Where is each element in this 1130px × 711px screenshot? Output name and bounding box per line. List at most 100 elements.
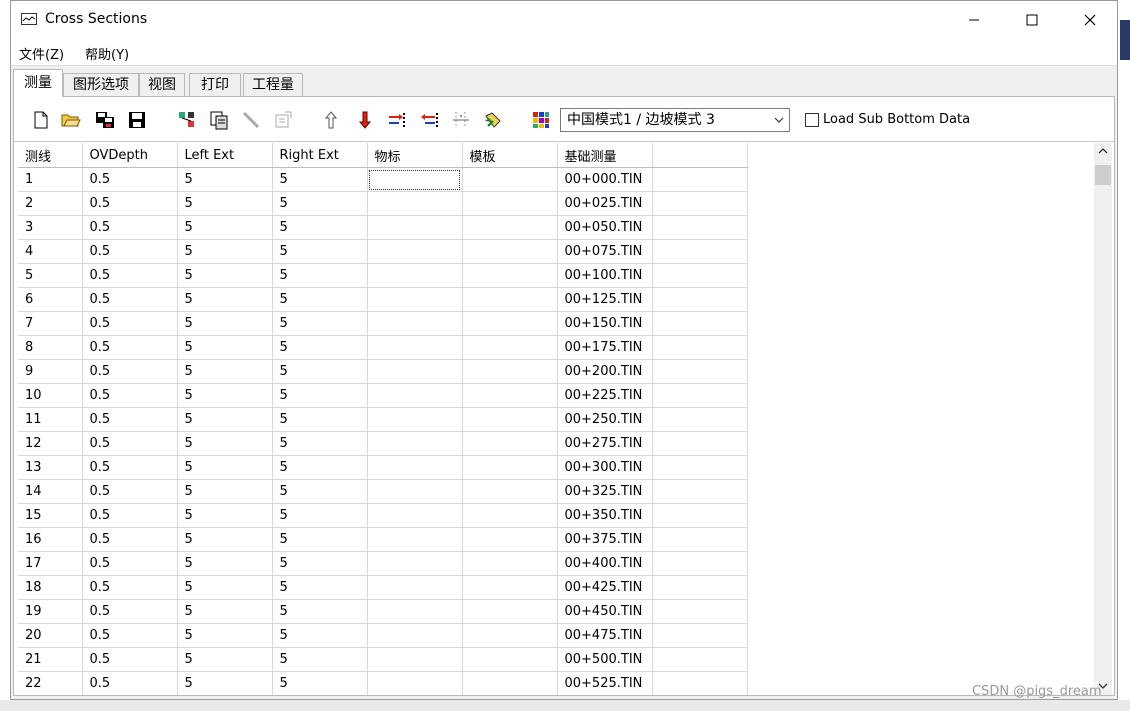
minimize-button[interactable] bbox=[945, 1, 1003, 39]
row-header-cell[interactable]: 17 bbox=[18, 551, 83, 576]
table-row[interactable]: 20 0.5 5 5 00+475.TIN bbox=[18, 623, 748, 648]
align-button[interactable] bbox=[450, 109, 472, 131]
table-cell[interactable] bbox=[652, 263, 748, 288]
table-cell[interactable] bbox=[652, 191, 748, 216]
table-cell[interactable]: 0.5 bbox=[82, 575, 178, 600]
close-button[interactable] bbox=[1061, 1, 1119, 39]
table-cell[interactable] bbox=[367, 335, 463, 360]
table-cell[interactable] bbox=[367, 551, 463, 576]
column-header-target[interactable]: 物标 bbox=[367, 143, 463, 168]
table-cell[interactable]: 0.5 bbox=[82, 239, 178, 264]
table-cell[interactable]: 5 bbox=[177, 287, 273, 312]
row-header-cell[interactable]: 13 bbox=[18, 455, 83, 480]
table-cell[interactable]: 5 bbox=[272, 311, 368, 336]
row-header-cell[interactable]: 20 bbox=[18, 623, 83, 648]
table-cell[interactable] bbox=[462, 527, 558, 552]
move-up-button[interactable] bbox=[320, 109, 342, 131]
table-cell[interactable]: 5 bbox=[177, 551, 273, 576]
table-cell[interactable]: 5 bbox=[272, 575, 368, 600]
table-cell[interactable] bbox=[462, 479, 558, 504]
insert-left-button[interactable] bbox=[418, 109, 440, 131]
table-cell[interactable] bbox=[367, 575, 463, 600]
table-cell[interactable] bbox=[652, 167, 748, 192]
table-cell[interactable]: 0.5 bbox=[82, 311, 178, 336]
table-cell[interactable]: 5 bbox=[272, 479, 368, 504]
table-row[interactable]: 18 0.5 5 5 00+425.TIN bbox=[18, 575, 748, 600]
table-cell[interactable] bbox=[367, 239, 463, 264]
table-cell[interactable] bbox=[652, 479, 748, 504]
load-sub-bottom-label[interactable]: Load Sub Bottom Data bbox=[823, 112, 970, 127]
table-cell[interactable]: 5 bbox=[272, 407, 368, 432]
table-cell[interactable] bbox=[652, 671, 748, 695]
table-cell[interactable] bbox=[652, 551, 748, 576]
row-header-cell[interactable]: 22 bbox=[18, 671, 83, 695]
table-cell[interactable]: 00+225.TIN bbox=[557, 383, 653, 408]
table-row[interactable]: 22 0.5 5 5 00+525.TIN bbox=[18, 671, 748, 695]
table-cell[interactable] bbox=[462, 311, 558, 336]
node-button[interactable] bbox=[176, 109, 198, 131]
new-button[interactable] bbox=[30, 109, 52, 131]
table-cell[interactable] bbox=[367, 167, 463, 192]
row-header-cell[interactable]: 9 bbox=[18, 359, 83, 384]
table-cell[interactable]: 5 bbox=[177, 263, 273, 288]
table-cell[interactable]: 00+375.TIN bbox=[557, 527, 653, 552]
table-row[interactable]: 6 0.5 5 5 00+125.TIN bbox=[18, 287, 748, 312]
column-header-template[interactable]: 模板 bbox=[462, 143, 558, 168]
table-row[interactable]: 14 0.5 5 5 00+325.TIN bbox=[18, 479, 748, 504]
table-cell[interactable] bbox=[367, 311, 463, 336]
table-cell[interactable] bbox=[652, 383, 748, 408]
table-cell[interactable]: 00+300.TIN bbox=[557, 455, 653, 480]
table-cell[interactable]: 5 bbox=[272, 527, 368, 552]
row-header-cell[interactable]: 5 bbox=[18, 263, 83, 288]
table-cell[interactable]: 00+100.TIN bbox=[557, 263, 653, 288]
save-as-button[interactable] bbox=[94, 109, 116, 131]
open-button[interactable] bbox=[60, 109, 82, 131]
table-row[interactable]: 3 0.5 5 5 00+050.TIN bbox=[18, 215, 748, 240]
table-cell[interactable]: 00+525.TIN bbox=[557, 671, 653, 695]
table-cell[interactable]: 5 bbox=[177, 407, 273, 432]
palette-button[interactable] bbox=[530, 109, 552, 131]
table-cell[interactable] bbox=[367, 599, 463, 624]
table-cell[interactable] bbox=[367, 503, 463, 528]
tab-survey[interactable]: 测量 bbox=[13, 69, 63, 97]
table-cell[interactable] bbox=[652, 455, 748, 480]
table-cell[interactable] bbox=[652, 311, 748, 336]
table-cell[interactable]: 5 bbox=[272, 671, 368, 695]
insert-right-button[interactable] bbox=[386, 109, 408, 131]
table-cell[interactable] bbox=[367, 359, 463, 384]
table-row[interactable]: 19 0.5 5 5 00+450.TIN bbox=[18, 599, 748, 624]
table-cell[interactable]: 0.5 bbox=[82, 431, 178, 456]
table-cell[interactable]: 00+050.TIN bbox=[557, 215, 653, 240]
table-cell[interactable] bbox=[462, 167, 558, 192]
table-cell[interactable] bbox=[462, 407, 558, 432]
table-cell[interactable] bbox=[367, 191, 463, 216]
table-cell[interactable]: 0.5 bbox=[82, 455, 178, 480]
tab-print[interactable]: 打印 bbox=[189, 73, 241, 96]
row-header-cell[interactable]: 7 bbox=[18, 311, 83, 336]
table-row[interactable]: 10 0.5 5 5 00+225.TIN bbox=[18, 383, 748, 408]
table-cell[interactable]: 00+125.TIN bbox=[557, 287, 653, 312]
data-grid[interactable]: 测线 OVDepth Left Ext Right Ext 物标 模板 基础测量… bbox=[18, 143, 1096, 695]
table-row[interactable]: 1 0.5 5 5 00+000.TIN bbox=[18, 167, 748, 192]
table-cell[interactable] bbox=[462, 599, 558, 624]
table-row[interactable]: 16 0.5 5 5 00+375.TIN bbox=[18, 527, 748, 552]
mode-select[interactable]: 中国模式1 / 边坡模式 3 bbox=[560, 108, 790, 132]
table-cell[interactable] bbox=[652, 359, 748, 384]
table-row[interactable]: 8 0.5 5 5 00+175.TIN bbox=[18, 335, 748, 360]
table-cell[interactable] bbox=[652, 623, 748, 648]
table-cell[interactable]: 00+025.TIN bbox=[557, 191, 653, 216]
table-cell[interactable]: 5 bbox=[177, 167, 273, 192]
table-cell[interactable]: 00+075.TIN bbox=[557, 239, 653, 264]
table-cell[interactable] bbox=[462, 359, 558, 384]
maximize-button[interactable] bbox=[1003, 1, 1061, 39]
table-cell[interactable] bbox=[462, 191, 558, 216]
table-cell[interactable] bbox=[462, 647, 558, 672]
table-cell[interactable]: 5 bbox=[272, 287, 368, 312]
edit-button[interactable] bbox=[240, 109, 262, 131]
table-row[interactable]: 12 0.5 5 5 00+275.TIN bbox=[18, 431, 748, 456]
row-header-cell[interactable]: 18 bbox=[18, 575, 83, 600]
table-cell[interactable]: 0.5 bbox=[82, 215, 178, 240]
table-cell[interactable] bbox=[462, 215, 558, 240]
table-cell[interactable]: 00+350.TIN bbox=[557, 503, 653, 528]
table-cell[interactable]: 0.5 bbox=[82, 503, 178, 528]
